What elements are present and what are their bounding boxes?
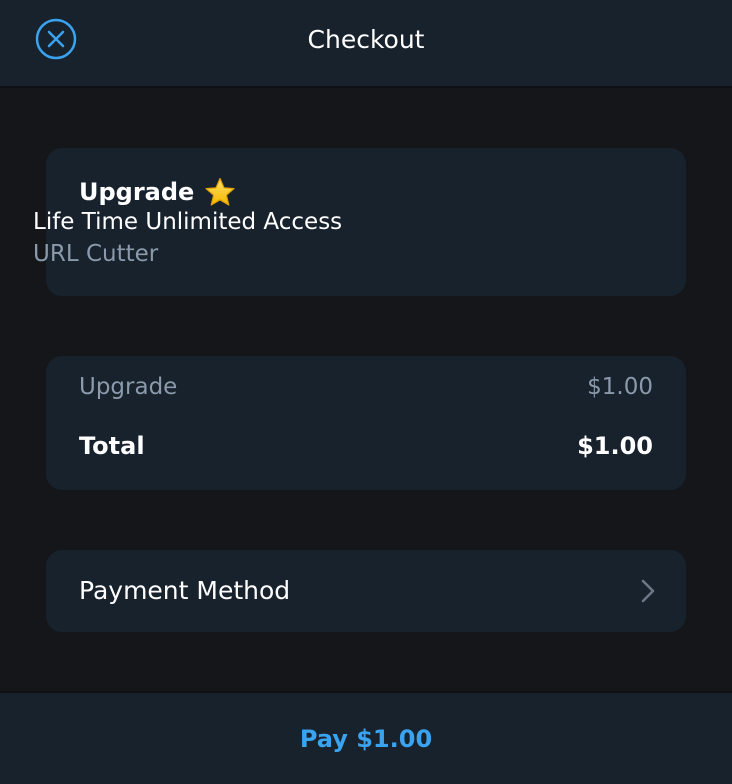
total-price: $1.00 [577,432,653,460]
line-item-price: $1.00 [587,374,653,400]
page-title: Checkout [307,25,425,54]
line-item-row: Upgrade $1.00 [79,374,653,400]
order-summary-card: Upgrade $1.00 Total $1.00 [46,356,686,490]
product-title: Upgrade [79,178,195,206]
total-row: Total $1.00 [79,432,653,460]
product-app-name: URL Cutter [33,241,159,267]
line-item-label: Upgrade [79,374,178,400]
payment-method-row[interactable]: Payment Method [46,550,686,632]
product-description: Life Time Unlimited Access [33,209,343,235]
footer-bar: Pay $1.00 [0,691,732,784]
chevron-right-icon [641,579,655,603]
star-icon [204,176,236,208]
payment-method-label: Payment Method [79,576,291,605]
pay-button[interactable]: Pay $1.00 [0,693,732,784]
header-bar: Checkout [0,0,732,88]
product-title-row: Upgrade [79,176,236,208]
total-label: Total [79,432,145,460]
